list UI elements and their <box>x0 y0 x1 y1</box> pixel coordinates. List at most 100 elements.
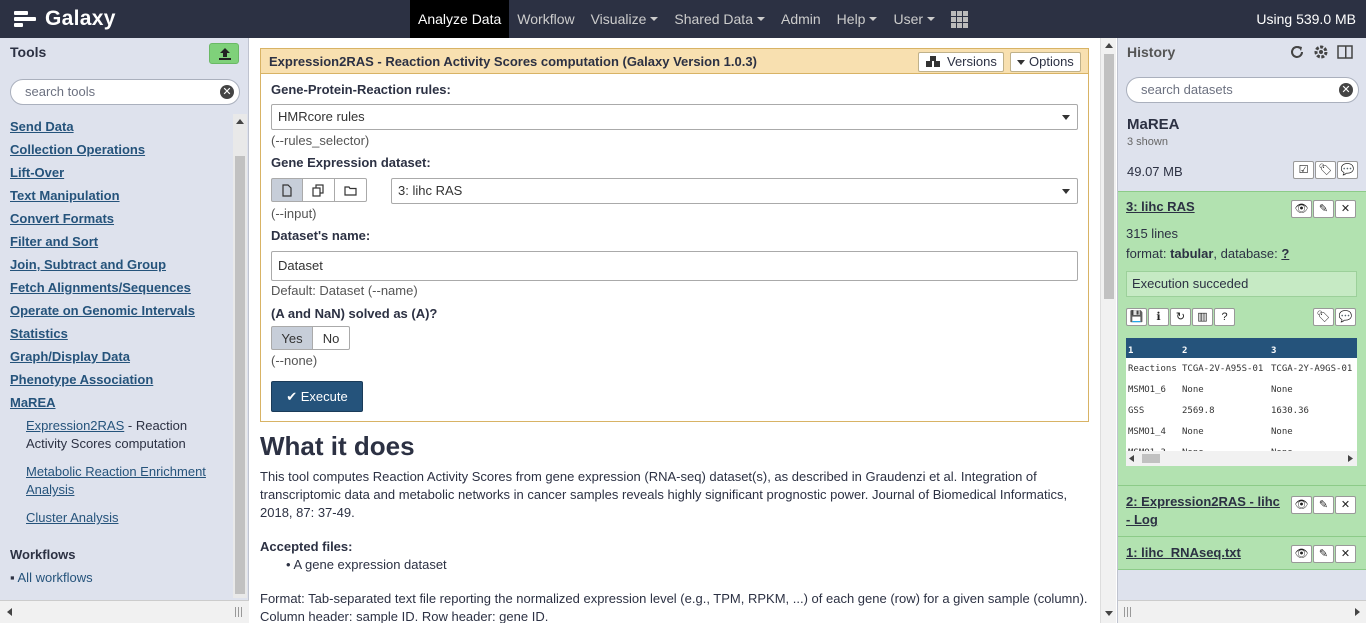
tool-section-send-data[interactable]: Send Data <box>10 119 74 134</box>
tool-section-filter-sort[interactable]: Filter and Sort <box>10 234 98 249</box>
history-name[interactable]: MaREA <box>1127 116 1180 133</box>
history-annotation-button[interactable]: 💬 <box>1337 161 1358 179</box>
execute-button[interactable]: ✔ Execute <box>271 381 363 412</box>
tool-section-fetch-alignments[interactable]: Fetch Alignments/Sequences <box>10 280 191 295</box>
database-value[interactable]: ? <box>1281 246 1289 261</box>
history-search-input[interactable]: search datasets ✕ <box>1126 77 1359 103</box>
delete-dataset-button[interactable]: ✕ <box>1335 200 1356 218</box>
scroll-up-icon[interactable] <box>1105 42 1113 48</box>
tool-cluster-analysis[interactable]: Cluster Analysis <box>26 509 226 527</box>
scrollbar-thumb[interactable] <box>1104 54 1114 299</box>
tool-section-join-subtract-group[interactable]: Join, Subtract and Group <box>10 257 166 272</box>
tool-search-input[interactable]: search tools ✕ <box>10 79 240 105</box>
drag-handle-icon[interactable] <box>1124 607 1132 617</box>
center-scrollbar[interactable] <box>1100 38 1116 623</box>
tab-help[interactable]: Help <box>829 0 886 38</box>
scroll-right-icon[interactable] <box>1348 455 1353 462</box>
rerun-button[interactable]: ↻ <box>1170 308 1191 326</box>
view-dataset-button[interactable]: 👁 <box>1291 200 1312 218</box>
tool-section-phenotype[interactable]: Phenotype Association <box>10 372 153 387</box>
tool-link[interactable]: Metabolic Reaction Enrichment Analysis <box>26 464 206 497</box>
peek-cell: MSMO1_4 <box>1128 426 1166 437</box>
edit-dataset-button[interactable]: ✎ <box>1313 200 1334 218</box>
clear-search-icon[interactable]: ✕ <box>220 85 234 99</box>
single-dataset-button[interactable] <box>271 178 303 202</box>
info-button[interactable]: ℹ <box>1148 308 1169 326</box>
scroll-left-icon[interactable] <box>6 608 12 616</box>
tool-section-statistics[interactable]: Statistics <box>10 326 68 341</box>
nan-yes-button[interactable]: Yes <box>271 326 313 350</box>
tool-section-convert-formats[interactable]: Convert Formats <box>10 211 114 226</box>
select-datasets-button[interactable]: ☑ <box>1293 161 1314 179</box>
history-tags-button[interactable]: 🏷 <box>1315 161 1336 179</box>
dropdown-arrow-icon <box>1062 189 1070 194</box>
scroll-right-icon[interactable] <box>1355 608 1361 616</box>
dataset-title[interactable]: 2: Expression2RAS - lihc - Log <box>1126 493 1286 529</box>
tool-section-text-manipulation[interactable]: Text Manipulation <box>10 188 120 203</box>
drag-handle-icon[interactable] <box>235 607 243 617</box>
tab-user[interactable]: User <box>885 0 943 38</box>
refresh-icon[interactable] <box>1289 44 1305 60</box>
gear-icon[interactable] <box>1313 44 1329 60</box>
dataset-annotation-button[interactable]: 💬 <box>1335 308 1356 326</box>
delete-dataset-button[interactable]: ✕ <box>1335 496 1356 514</box>
tool-section-genomic-intervals[interactable]: Operate on Genomic Intervals <box>10 303 195 318</box>
tool-section-lift-over[interactable]: Lift-Over <box>10 165 64 180</box>
visualize-button[interactable]: ▥ <box>1192 308 1213 326</box>
tab-analyze-data[interactable]: Analyze Data <box>410 0 510 38</box>
versions-button[interactable]: Versions <box>918 52 1004 72</box>
delete-dataset-button[interactable]: ✕ <box>1335 545 1356 563</box>
dataset-title[interactable]: 1: lihc_RNAseq.txt <box>1126 545 1241 560</box>
rules-select[interactable]: HMRcore rules <box>271 104 1078 130</box>
tool-link[interactable]: Expression2RAS <box>26 418 124 433</box>
dataset-name-input[interactable]: Dataset <box>271 251 1078 281</box>
clear-search-icon[interactable]: ✕ <box>1339 83 1353 97</box>
all-workflows-link[interactable]: All workflows <box>18 570 93 585</box>
tool-section-graph-display[interactable]: Graph/Display Data <box>10 349 130 364</box>
options-button[interactable]: Options <box>1010 52 1081 72</box>
tab-apps[interactable] <box>943 0 976 38</box>
scrollbar-thumb[interactable] <box>235 156 245 594</box>
collection-button[interactable] <box>335 178 367 202</box>
upload-button[interactable] <box>209 43 239 64</box>
columns-icon[interactable] <box>1337 44 1353 60</box>
left-panel-horizontal-scrollbar[interactable] <box>0 600 249 623</box>
tab-label: Admin <box>780 11 821 27</box>
peek-cell: Reactions <box>1128 363 1177 374</box>
edit-dataset-button[interactable]: ✎ <box>1313 496 1334 514</box>
edit-dataset-button[interactable]: ✎ <box>1313 545 1334 563</box>
scroll-left-icon[interactable] <box>1129 455 1134 462</box>
tool-expression2ras[interactable]: Expression2RAS - Reaction Activity Score… <box>26 417 226 453</box>
nan-no-button[interactable]: No <box>313 326 350 350</box>
quota-meter[interactable]: Using 539.0 MB <box>1256 0 1356 38</box>
peek-cell: None <box>1182 426 1204 437</box>
tool-section-collection-operations[interactable]: Collection Operations <box>10 142 145 157</box>
help-button[interactable]: ? <box>1214 308 1235 326</box>
scrollbar-thumb[interactable] <box>1142 454 1160 463</box>
peek-header-cell: 3 <box>1271 346 1277 356</box>
tool-metabolic-enrichment[interactable]: Metabolic Reaction Enrichment Analysis <box>26 463 226 499</box>
view-dataset-button[interactable]: 👁 <box>1291 545 1312 563</box>
view-dataset-button[interactable]: 👁 <box>1291 496 1312 514</box>
dropdown-arrow-icon <box>1062 115 1070 120</box>
comment-icon: 💬 <box>1340 164 1355 176</box>
download-button[interactable]: 💾 <box>1126 308 1147 326</box>
nan-label: (A and NaN) solved as (A)? <box>271 306 438 321</box>
rules-help: (--rules_selector) <box>271 133 370 148</box>
tab-workflow[interactable]: Workflow <box>509 0 582 38</box>
tab-visualize[interactable]: Visualize <box>583 0 667 38</box>
brand[interactable]: Galaxy <box>0 0 410 38</box>
peek-scrollbar[interactable] <box>1126 451 1357 466</box>
expression-dataset-select[interactable]: 3: lihc RAS <box>391 178 1078 204</box>
scroll-down-icon[interactable] <box>1105 611 1113 617</box>
tab-shared-data[interactable]: Shared Data <box>666 0 773 38</box>
multiple-datasets-button[interactable] <box>303 178 335 202</box>
dataset-tags-button[interactable]: 🏷 <box>1313 308 1334 326</box>
tab-admin[interactable]: Admin <box>773 0 829 38</box>
history-horizontal-scrollbar[interactable] <box>1118 600 1366 623</box>
tool-section-marea[interactable]: MaREA <box>10 395 56 410</box>
scroll-up-icon[interactable] <box>236 118 244 124</box>
tool-list-scrollbar[interactable] <box>233 114 247 598</box>
dataset-title[interactable]: 3: lihc RAS <box>1126 199 1195 214</box>
tool-link[interactable]: Cluster Analysis <box>26 510 118 525</box>
